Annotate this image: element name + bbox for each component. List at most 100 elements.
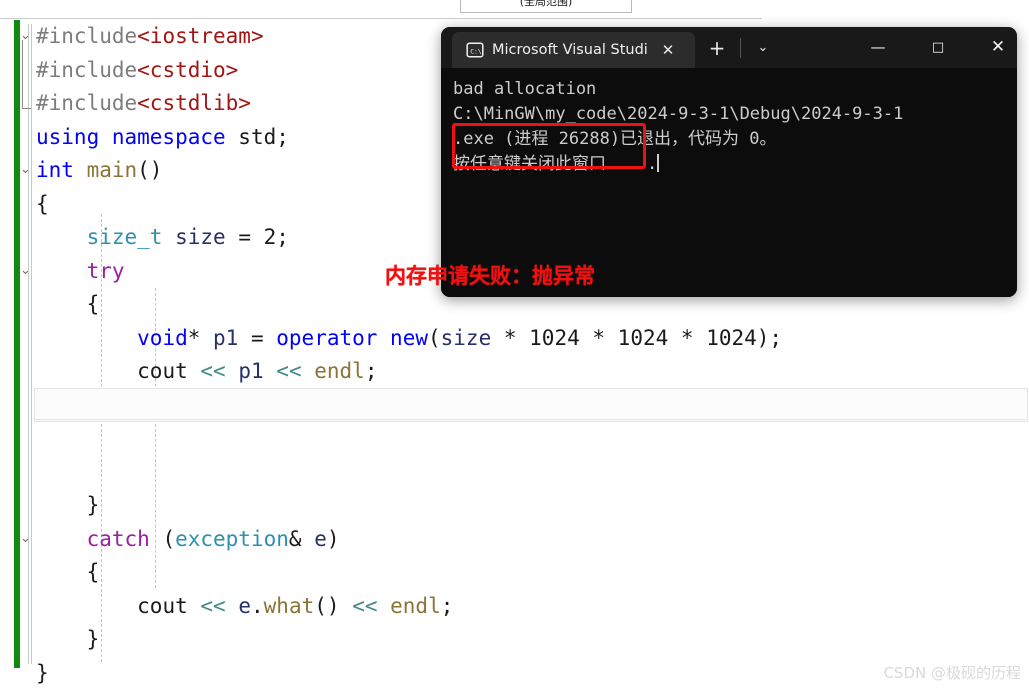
code-token: p1 [238, 359, 263, 383]
console-line: .exe (进程 26288)已退出，代码为 0。 [453, 127, 1013, 152]
code-token [188, 594, 201, 618]
code-token: <cstdio> [137, 58, 238, 82]
code-line[interactable]: cout << p1 << endl; [36, 355, 1026, 389]
code-token: << [276, 359, 301, 383]
console-output-text: bad allocationC:\MinGW\my_code\2024-9-3-… [453, 77, 1013, 177]
code-token: endl [390, 594, 441, 618]
code-token [36, 359, 137, 383]
code-token: size [441, 326, 492, 350]
console-line: C:\MinGW\my_code\2024-9-3-1\Debug\2024-9… [453, 102, 1013, 127]
code-token: ; [365, 359, 378, 383]
code-token: << [200, 359, 225, 383]
code-line[interactable] [36, 456, 1026, 490]
code-token: operator new [276, 326, 428, 350]
code-token: void [137, 326, 188, 350]
code-token: int [36, 158, 87, 182]
console-tab[interactable]: C:\ Microsoft Visual Studi ✕ [452, 32, 695, 68]
code-token: #include [36, 24, 137, 48]
code-token: () [314, 594, 339, 618]
code-token: what [264, 594, 315, 618]
code-line[interactable]: cout << e.what() << endl; [36, 590, 1026, 624]
code-token: catch [87, 527, 150, 551]
code-line[interactable]: void* p1 = operator new(size * 1024 * 10… [36, 322, 1026, 356]
editor-navigation-bar: (全局范围) [0, 0, 762, 19]
code-token [36, 594, 137, 618]
code-token: . [251, 594, 264, 618]
code-token: } [36, 627, 99, 651]
code-token: ( [428, 326, 441, 350]
code-token: } [36, 493, 99, 517]
code-token: p1 [213, 326, 238, 350]
code-token: cout [137, 359, 188, 383]
collapse-chevron-icon[interactable]: ⌄ [20, 165, 30, 175]
code-token: endl [314, 359, 365, 383]
code-token: { [36, 560, 99, 584]
code-token: { [36, 292, 99, 316]
code-token [264, 359, 277, 383]
scope-dropdown[interactable]: (全局范围) [460, 0, 632, 13]
code-token: ); [757, 326, 782, 350]
code-token: using namespace [36, 125, 238, 149]
code-token: = [226, 225, 264, 249]
csdn-watermark: CSDN @极砚的历程 [883, 662, 1021, 683]
code-token [36, 225, 87, 249]
annotation-label: 内存申请失败：抛异常 [385, 260, 595, 290]
console-window[interactable]: C:\ Microsoft Visual Studi ✕ + ⌄ — □ ✕ b… [441, 27, 1017, 297]
code-token: exception [175, 527, 289, 551]
code-token: } [36, 661, 49, 685]
code-line[interactable] [36, 389, 1026, 423]
code-token: 1024 [706, 326, 757, 350]
code-line[interactable]: } [36, 657, 1026, 690]
collapsed-region-bracket [22, 40, 31, 109]
console-line: 按任意键关闭此窗口. . . [453, 152, 1013, 177]
code-token: << [352, 594, 377, 618]
code-token: ; [441, 594, 454, 618]
tab-toolbar-divider [740, 38, 741, 58]
code-token [302, 359, 315, 383]
code-token [36, 527, 87, 551]
text-caret [657, 154, 659, 172]
code-token [340, 594, 353, 618]
code-token [36, 326, 137, 350]
code-token: <iostream> [137, 24, 263, 48]
code-line[interactable]: { [36, 556, 1026, 590]
code-token: ( [150, 527, 175, 551]
code-token: #include [36, 58, 137, 82]
code-line[interactable]: } [36, 623, 1026, 657]
code-token [226, 359, 239, 383]
change-indicator-bar [14, 20, 20, 668]
collapse-chevron-icon[interactable]: ⌄ [20, 31, 30, 41]
collapse-chevron-icon[interactable]: ⌄ [20, 534, 30, 544]
code-token: ; [276, 225, 289, 249]
code-token: #include [36, 91, 137, 115]
code-token [162, 225, 175, 249]
code-token [226, 594, 239, 618]
collapse-chevron-icon[interactable]: ⌄ [20, 266, 30, 276]
console-cmd-icon: C:\ [466, 41, 484, 59]
code-token: () [137, 158, 162, 182]
code-token: * [668, 326, 706, 350]
chevron-down-icon[interactable]: ⌄ [751, 37, 775, 59]
code-line[interactable]: ⌄ catch (exception& e) [36, 523, 1026, 557]
code-token: <cstdlib> [137, 91, 251, 115]
code-token: 1024 [529, 326, 580, 350]
code-line[interactable] [36, 422, 1026, 456]
code-line[interactable]: } [36, 489, 1026, 523]
maximize-button[interactable]: □ [915, 27, 961, 68]
gutter-divider-secondary [31, 24, 32, 664]
minimize-button[interactable]: — [855, 27, 901, 68]
code-token: * [580, 326, 618, 350]
code-token: * [188, 326, 213, 350]
code-token [188, 359, 201, 383]
code-token: * [491, 326, 529, 350]
close-window-button[interactable]: ✕ [975, 27, 1017, 68]
code-token: 2 [264, 225, 277, 249]
console-title-bar[interactable]: C:\ Microsoft Visual Studi ✕ + ⌄ — □ ✕ [441, 27, 1017, 68]
code-token: e [314, 527, 327, 551]
close-tab-icon[interactable]: ✕ [658, 40, 678, 60]
console-line: bad allocation [453, 77, 1013, 102]
code-token: main [87, 158, 138, 182]
new-tab-icon[interactable]: + [705, 36, 729, 60]
code-token: e [238, 594, 251, 618]
code-token [377, 594, 390, 618]
